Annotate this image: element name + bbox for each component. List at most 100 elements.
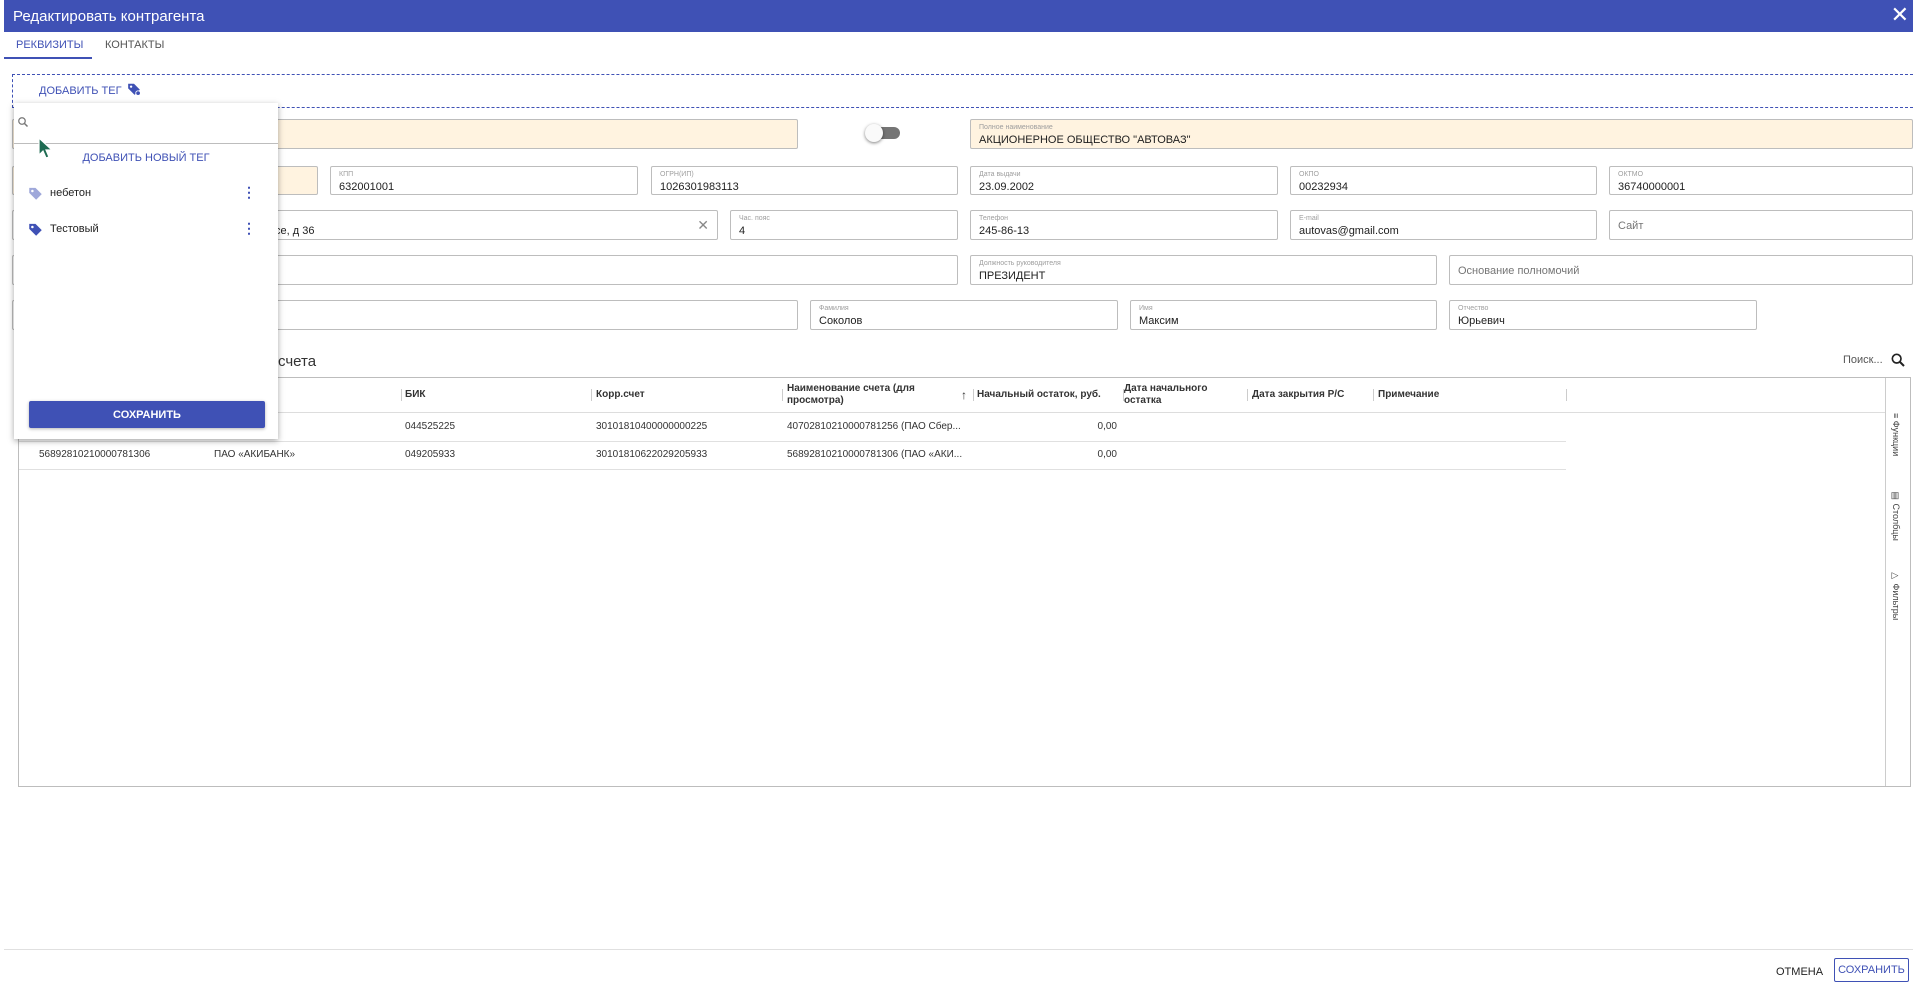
side-button-columns[interactable]: ▥ Столбцы: [1891, 491, 1901, 541]
column-separator: [1373, 389, 1374, 401]
column-separator: [973, 389, 974, 401]
column-header-account-name[interactable]: Наименование счета (для просмотра): [787, 378, 942, 412]
more-vertical-icon[interactable]: ⋮: [242, 220, 256, 237]
column-header-balance[interactable]: Начальный остаток, руб.: [977, 378, 1101, 412]
middle-name-value: Юрьевич: [1458, 315, 1505, 327]
tag-icon: [29, 187, 42, 200]
bik-cell: 049205933: [405, 449, 456, 460]
save-button[interactable]: СОХРАНИТЬ: [1834, 958, 1909, 982]
column-header-bik[interactable]: БИК: [405, 378, 425, 412]
cancel-button[interactable]: ОТМЕНА: [1776, 966, 1823, 978]
tab-requisites[interactable]: РЕКВИЗИТЫ: [16, 39, 83, 51]
last-name-field[interactable]: Фамилия Соколов: [810, 300, 1118, 330]
active-tab-indicator: [4, 57, 92, 59]
first-name-field[interactable]: Имя Максим: [1130, 300, 1437, 330]
dialog-footer: ОТМЕНА СОХРАНИТЬ: [4, 949, 1913, 982]
grid-side-panel: ≡ Функции ▥ Столбцы ▷ Фильтры: [1885, 378, 1910, 786]
ogrn-label: ОГРН(ИП): [660, 171, 694, 178]
clear-icon[interactable]: ✕: [697, 217, 709, 234]
grid-search-input[interactable]: Поиск...: [1843, 354, 1883, 366]
column-header-note[interactable]: Примечание: [1378, 378, 1439, 412]
issue-date-field[interactable]: Дата выдачи 23.09.2002: [970, 166, 1278, 195]
tag-bar: ДОБАВИТЬ ТЕГ: [12, 74, 1913, 108]
grid-header: БИК Корр.счет Наименование счета (для пр…: [19, 378, 1886, 413]
email-field[interactable]: E-mail autovas@gmail.com: [1290, 210, 1597, 240]
first-name-value: Максим: [1139, 315, 1179, 327]
first-name-label: Имя: [1139, 305, 1153, 312]
ogrn-value: 1026301983113: [660, 181, 739, 193]
issue-date-value: 23.09.2002: [979, 181, 1035, 193]
middle-name-field[interactable]: Отчество Юрьевич: [1449, 300, 1757, 330]
add-tag-button[interactable]: ДОБАВИТЬ ТЕГ: [39, 85, 122, 97]
column-separator: [1566, 389, 1567, 401]
column-separator: [782, 389, 783, 401]
phone-field[interactable]: Телефон 245-86-13: [970, 210, 1278, 240]
balance-cell: 0,00: [1097, 421, 1117, 432]
close-icon[interactable]: ✕: [1891, 4, 1909, 26]
phone-value: 245-86-13: [979, 225, 1030, 237]
site-placeholder: Сайт: [1618, 220, 1644, 232]
side-button-functions[interactable]: ≡ Функции: [1891, 413, 1901, 456]
bank-cell: ПАО «АКИБАНК»: [214, 449, 296, 460]
full-name-label: Полное наименование: [979, 124, 1053, 131]
more-vertical-icon[interactable]: ⋮: [242, 184, 256, 201]
okpo-field[interactable]: ОКПО 00232934: [1290, 166, 1597, 195]
sort-arrow-icon[interactable]: ↑: [961, 378, 967, 412]
timezone-label: Час. пояс: [739, 215, 770, 222]
mouse-cursor-icon: [38, 137, 54, 159]
tag-item-name: небетон: [50, 187, 92, 199]
email-value: autovas@gmail.com: [1299, 225, 1399, 237]
oktmo-value: 36740000001: [1618, 181, 1686, 193]
tag-save-button[interactable]: СОХРАНИТЬ: [29, 401, 265, 428]
toggle-switch[interactable]: [865, 124, 883, 142]
okpo-value: 00232934: [1299, 181, 1348, 193]
column-header-close-date[interactable]: Дата закрытия Р/С: [1252, 378, 1344, 412]
timezone-field[interactable]: Час. пояс 4: [730, 210, 958, 240]
column-separator: [1247, 389, 1248, 401]
head-position-field[interactable]: Должность руководителя ПРЕЗИДЕНТ: [970, 255, 1437, 285]
tag-item-name: Тестовый: [50, 223, 99, 235]
corr-cell: 30101810400000000225: [596, 421, 708, 432]
tag-icon: [29, 223, 42, 236]
side-button-filters[interactable]: ▷ Фильтры: [1891, 571, 1901, 620]
phone-label: Телефон: [979, 215, 1009, 222]
side-button-functions-label: Функции: [1891, 420, 1901, 457]
table-row[interactable]: 56892810210000781306 ПАО «АКИБАНК» 04920…: [19, 441, 1566, 470]
full-name-field[interactable]: Полное наименование АКЦИОНЕРНОЕ ОБЩЕСТВО…: [970, 119, 1913, 149]
account-name-cell: 40702810210000781256 (ПАО Сбер...: [787, 421, 961, 432]
ogrn-field[interactable]: ОГРН(ИП) 1026301983113: [651, 166, 958, 195]
corr-cell: 30101810622029205933: [596, 449, 708, 460]
tag-item[interactable]: Тестовый ⋮: [28, 219, 264, 239]
search-icon: [18, 117, 29, 128]
column-header-balance-date[interactable]: Дата начального остатка: [1124, 378, 1234, 412]
timezone-value: 4: [739, 225, 746, 237]
oktmo-field[interactable]: ОКТМО 36740000001: [1609, 166, 1913, 195]
account-cell: 56892810210000781306: [39, 449, 151, 460]
dialog-title-bar: Редактировать контрагента ✕: [4, 0, 1913, 32]
accounts-grid: БИК Корр.счет Наименование счета (для пр…: [18, 377, 1911, 787]
side-button-columns-label: Столбцы: [1891, 503, 1901, 541]
middle-name-label: Отчество: [1458, 305, 1489, 312]
oktmo-label: ОКТМО: [1618, 171, 1644, 178]
head-position-value: ПРЕЗИДЕНТ: [979, 270, 1046, 282]
issue-date-label: Дата выдачи: [979, 171, 1021, 178]
column-header-corr[interactable]: Корр.счет: [596, 378, 645, 412]
authority-basis-field[interactable]: Основание полномочий: [1449, 255, 1913, 285]
kpp-field[interactable]: КПП 632001001: [330, 166, 638, 195]
tag-item[interactable]: небетон ⋮: [28, 183, 264, 203]
email-label: E-mail: [1299, 215, 1319, 222]
authority-basis-placeholder: Основание полномочий: [1458, 265, 1580, 277]
kpp-value: 632001001: [339, 181, 395, 193]
search-icon[interactable]: [1890, 352, 1906, 368]
bik-cell: 044525225: [405, 421, 456, 432]
tag-icon[interactable]: [127, 82, 141, 96]
site-field[interactable]: Сайт: [1609, 210, 1913, 240]
account-name-cell: 56892810210000781306 (ПАО «АКИ...: [787, 449, 963, 460]
column-separator: [401, 389, 402, 401]
last-name-value: Соколов: [819, 315, 863, 327]
address-value: се, д 36: [275, 225, 315, 237]
head-position-label: Должность руководителя: [979, 260, 1061, 267]
side-button-filters-label: Фильтры: [1891, 583, 1901, 621]
tab-contacts[interactable]: КОНТАКТЫ: [105, 39, 164, 51]
dialog-title: Редактировать контрагента: [13, 8, 205, 25]
